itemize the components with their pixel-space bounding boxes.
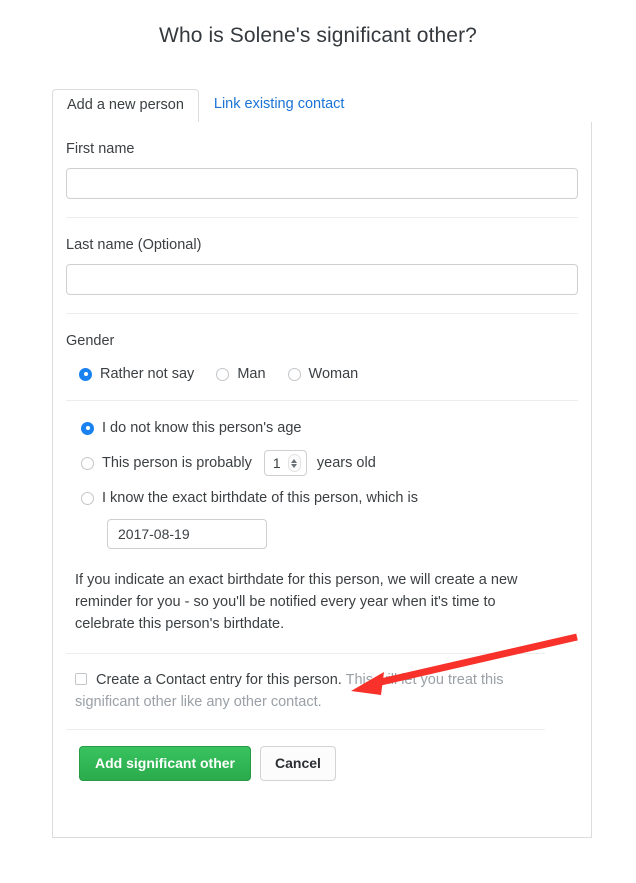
cancel-button[interactable]: Cancel [260,746,336,781]
age-option-exact-birthdate[interactable]: I know the exact birthdate of this perso… [81,490,578,506]
tab-label: Add a new person [67,97,184,113]
birthdate-help-text: If you indicate an exact birthdate for t… [75,572,518,632]
age-value: 1 [272,455,281,471]
add-person-card: First name Last name (Optional) Gender R… [52,122,592,838]
age-group: I do not know this person's age This per… [66,401,578,653]
first-name-input[interactable] [66,168,578,199]
tab-link-existing-contact[interactable]: Link existing contact [199,88,360,122]
last-name-group: Last name (Optional) [66,218,578,314]
age-option-probably[interactable]: This person is probably 1 years old [81,450,578,476]
create-contact-entry-group: Create a Contact entry for this person. … [66,653,545,730]
radio-unselected-icon [216,367,230,381]
age-option-exact-label: I know the exact birthdate of this perso… [102,490,418,506]
age-quantity-stepper[interactable]: 1 [263,450,307,476]
radio-unselected-icon [81,491,94,505]
radio-unselected-icon [287,367,301,381]
form-actions: Add significant other Cancel [66,730,578,781]
create-contact-entry-checkbox[interactable] [75,673,87,685]
chevron-down-icon[interactable] [291,463,298,468]
radio-selected-icon [81,421,94,435]
gender-option-woman[interactable]: Woman [287,366,359,382]
last-name-label: Last name (Optional) [66,237,202,253]
add-significant-other-button[interactable]: Add significant other [79,746,251,781]
create-contact-entry-label: Create a Contact entry for this person. [96,672,342,688]
birthdate-input[interactable] [107,519,267,549]
gender-option-man[interactable]: Man [216,366,266,382]
age-option-unknown-label: I do not know this person's age [102,420,302,436]
first-name-label: First name [66,141,135,157]
gender-label: Gender [66,333,115,349]
tab-bar: Add a new person Link existing contact [52,88,592,123]
age-option-unknown[interactable]: I do not know this person's age [81,420,578,436]
gender-option-label: Rather not say [100,366,195,382]
tab-label: Link existing contact [213,96,345,112]
first-name-group: First name [66,122,578,218]
page-title: Who is Solene's significant other? [159,24,477,47]
radio-unselected-icon [81,456,94,470]
gender-option-label: Woman [308,366,359,382]
tab-add-a-new-person[interactable]: Add a new person [52,89,199,123]
last-name-input[interactable] [66,264,578,295]
gender-group: Gender Rather not say Man Woman [66,314,578,401]
stepper-arrows-icon[interactable] [287,454,301,472]
radio-selected-icon [79,367,92,381]
age-option-probably-label: This person is probably [102,455,252,471]
gender-radio-row: Rather not say Man Woman [66,366,578,382]
chevron-up-icon[interactable] [291,458,298,463]
age-years-old-label: years old [316,455,376,471]
gender-option-rather-not-say[interactable]: Rather not say [79,366,194,382]
gender-option-label: Man [237,366,266,382]
